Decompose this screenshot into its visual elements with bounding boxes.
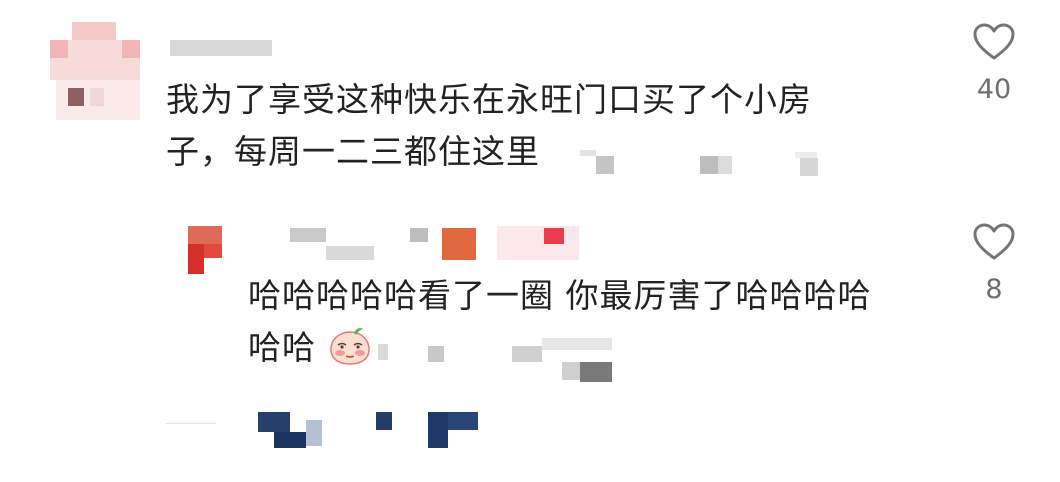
like-count: 40	[976, 74, 1012, 105]
blushing-peach-emoji-icon	[328, 327, 372, 365]
avatar[interactable]	[50, 22, 140, 127]
reply-avatar[interactable]	[188, 226, 222, 274]
reply-line-1: 哈哈哈哈哈看了一圈 你最厉害了哈哈哈哈	[248, 276, 872, 315]
heart-outline-icon	[964, 22, 1024, 62]
like-button[interactable]: 40	[964, 22, 1024, 105]
reply-like-button[interactable]: 8	[964, 222, 1024, 305]
divider	[166, 423, 216, 424]
username[interactable]	[170, 40, 272, 56]
comment-line-1: 我为了享受这种快乐在永旺门口买了个小房	[166, 80, 812, 119]
heart-outline-icon	[964, 222, 1024, 262]
reply-text: 哈哈哈哈哈看了一圈 你最厉害了哈哈哈哈 哈哈	[248, 270, 872, 374]
reply-like-count: 8	[985, 274, 1003, 305]
